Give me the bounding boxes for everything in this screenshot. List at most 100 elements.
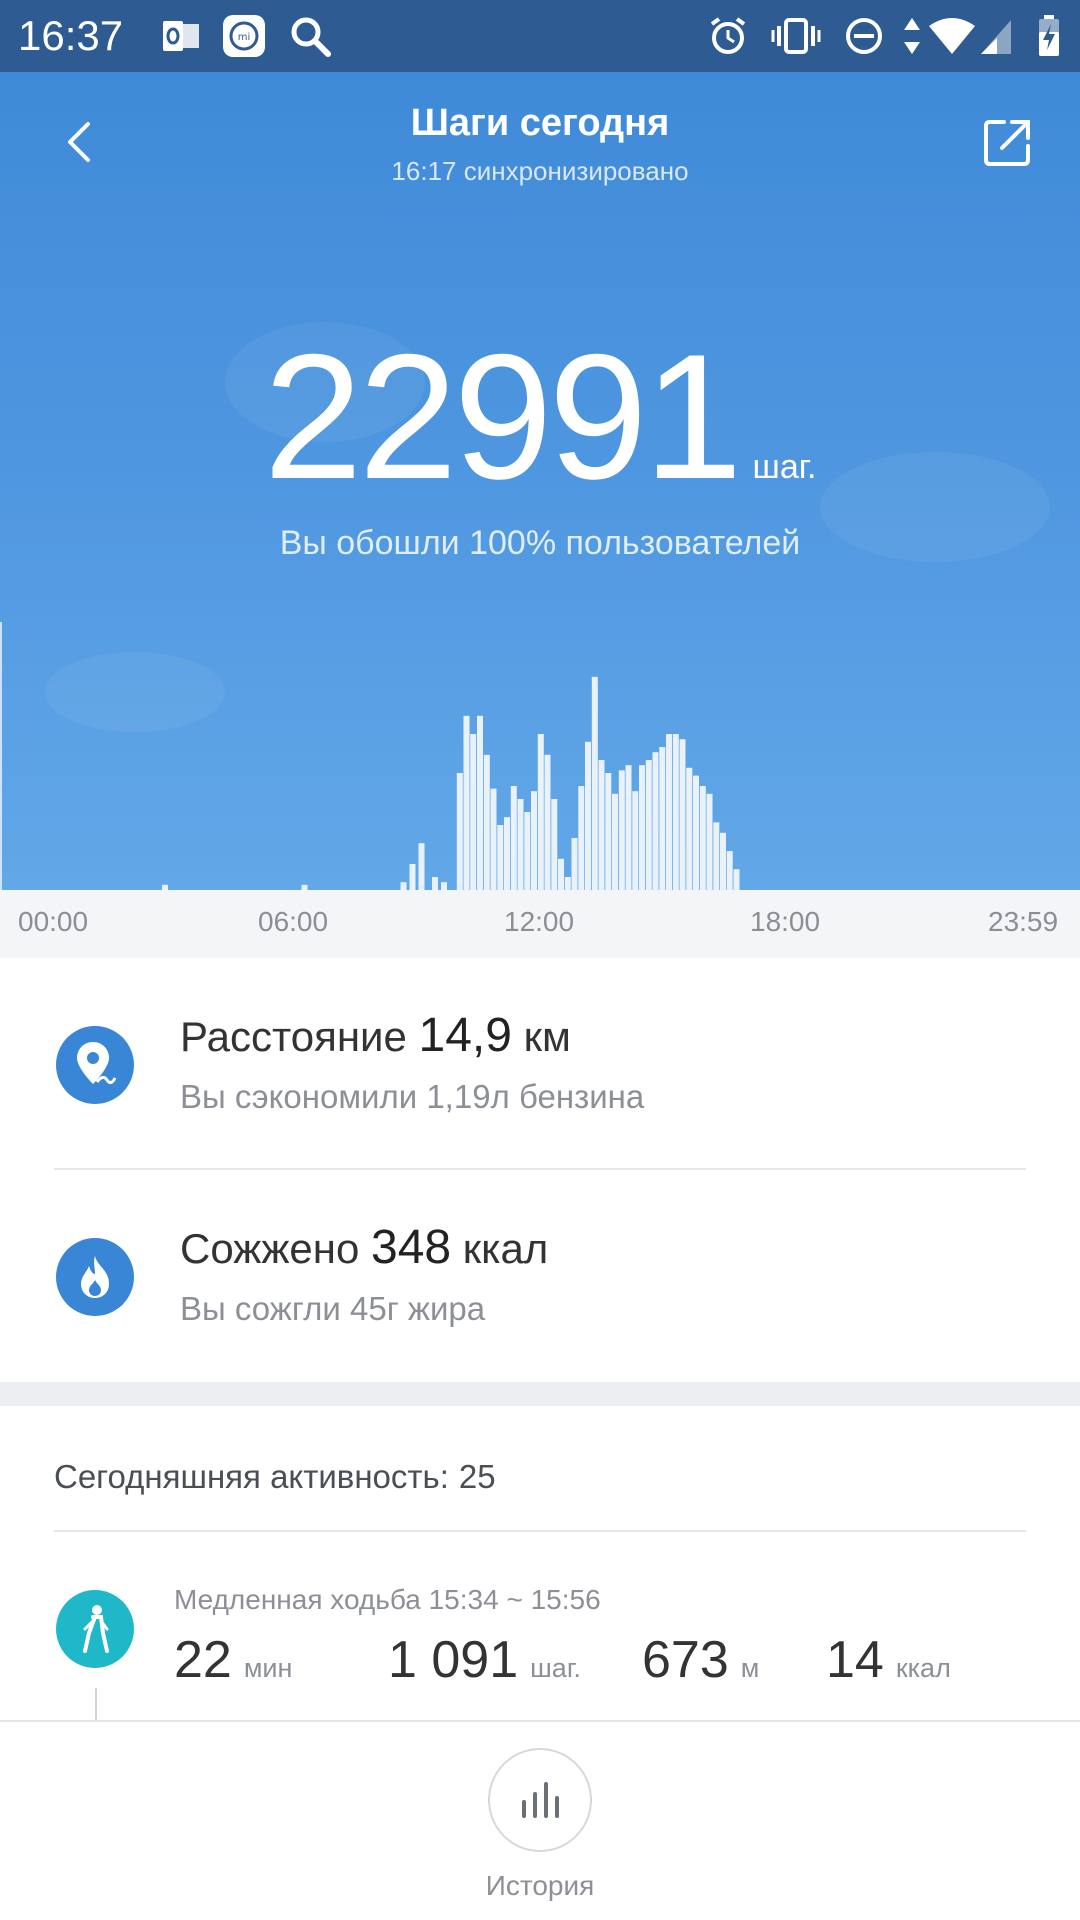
steps-unit: шаг. [752, 448, 817, 486]
chart-bar [605, 773, 612, 890]
duration-value: 22 [174, 1631, 232, 1689]
vibrate-icon [770, 14, 822, 58]
share-icon [984, 120, 1030, 166]
chart-bar [699, 786, 706, 890]
calories-value: 348 [371, 1221, 452, 1274]
distance-label: Расстояние [180, 1013, 407, 1060]
distance-text: Расстояние 14,9 км [180, 1008, 571, 1063]
chart-bar [490, 788, 497, 890]
status-bar: 16:37 mi [0, 0, 1080, 72]
chart-time-axis: 00:00 06:00 12:00 18:00 23:59 [0, 890, 1080, 958]
axis-tick-label: 23:59 [988, 906, 1059, 937]
chart-bar [591, 676, 598, 890]
mi-fit-icon: mi [222, 14, 266, 58]
calories-row[interactable]: Сожжено 348 ккал Вы сожгли 45г жира [0, 1170, 1080, 1382]
chart-bar [726, 851, 733, 890]
history-label[interactable]: История [0, 1870, 1080, 1902]
chart-bar [632, 791, 639, 890]
chart-bar [598, 760, 605, 890]
chart-bar [713, 822, 720, 890]
svg-text:mi: mi [238, 32, 251, 43]
steps-count: 22991 [263, 317, 743, 516]
battery-charging-icon [1034, 14, 1064, 58]
alarm-icon [706, 14, 750, 58]
chart-bar [585, 741, 591, 890]
chart-bar [537, 734, 544, 890]
chart-bar [693, 775, 699, 890]
steps-summary: 22991 шаг. [0, 327, 1080, 507]
chart-bar [400, 882, 407, 890]
chart-bar [470, 734, 477, 890]
activity-header: Сегодняшняя активность: 25 [54, 1458, 496, 1496]
axis-tick-label: 18:00 [750, 906, 821, 937]
chart-bar [531, 791, 537, 890]
chart-bar [551, 799, 558, 890]
walking-icon [56, 1590, 134, 1668]
chart-bar [733, 869, 740, 890]
chart-bar [679, 739, 686, 890]
chart-bar [652, 752, 659, 890]
chart-bar [456, 773, 463, 890]
activity-duration: 22 мин [174, 1630, 292, 1690]
chart-bar [618, 770, 625, 890]
duration-unit: мин [243, 1653, 293, 1683]
chart-bar [517, 799, 524, 890]
page-title: Шаги сегодня [410, 102, 670, 144]
chart-bar [666, 734, 672, 890]
steps-hero: Шаги сегодня 16:17 синхронизировано 2299… [0, 72, 1080, 890]
activity-steps-unit: шаг. [530, 1653, 581, 1683]
chart-bar [463, 715, 470, 890]
chart-bar [645, 760, 652, 890]
share-button[interactable] [982, 116, 1034, 168]
activity-calories-value: 14 [826, 1631, 884, 1689]
comparison-text: Вы обошли 100% пользователей [279, 524, 801, 562]
activity-distance-unit: м [740, 1653, 760, 1683]
chart-bar [477, 715, 483, 890]
bar-chart-icon [522, 1782, 559, 1818]
data-arrows-icon [900, 14, 924, 58]
fuel-saved-text: Вы сэкономили 1,19л бензина [180, 1078, 645, 1115]
fat-burned-text: Вы сожгли 45г жира [180, 1290, 486, 1327]
chart-bar [504, 817, 510, 890]
chart-bar [409, 864, 416, 890]
activity-calories: 14 ккал [826, 1630, 951, 1690]
signal-icon [978, 14, 1014, 58]
distance-value: 14,9 [418, 1009, 512, 1062]
wifi-icon [926, 14, 978, 58]
chart-bar [625, 765, 632, 890]
axis-tick-label: 12:00 [504, 906, 575, 937]
chart-bar [544, 754, 551, 890]
steps-bar-chart [0, 622, 740, 890]
chart-bar [558, 858, 564, 890]
section-separator [0, 1382, 1080, 1406]
chart-bar [524, 812, 531, 890]
activity-title: Сегодняшняя активность: [54, 1458, 449, 1495]
calories-text: Сожжено 348 ккал [180, 1220, 548, 1275]
location-pin-icon [56, 1026, 134, 1104]
history-button[interactable] [488, 1748, 592, 1852]
chart-bar [720, 832, 726, 890]
status-time: 16:37 [18, 12, 124, 59]
sync-status: 16:17 синхронизировано [391, 156, 689, 186]
activity-calories-unit: ккал [895, 1653, 951, 1683]
activity-distance: 673 м [642, 1630, 759, 1690]
activity-steps-value: 1 091 [388, 1631, 519, 1689]
activity-heading[interactable]: Медленная ходьба 15:34 ~ 15:56 [174, 1584, 601, 1616]
calories-unit: ккал [462, 1225, 549, 1272]
flame-icon [56, 1238, 134, 1316]
chart-bar [571, 838, 578, 890]
axis-tick-label: 00:00 [18, 906, 89, 937]
distance-unit: км [523, 1013, 571, 1060]
chart-bar [483, 754, 490, 890]
chart-bar [510, 786, 517, 890]
chart-bar [564, 877, 571, 890]
calories-label: Сожжено [180, 1225, 360, 1272]
chart-bar [686, 767, 693, 890]
bottom-nav: История [0, 1720, 1080, 1920]
chart-bar [418, 843, 425, 890]
outlook-icon [158, 14, 204, 58]
do-not-disturb-icon [842, 14, 886, 58]
activity-count: 25 [458, 1458, 496, 1495]
chart-bar [578, 786, 585, 890]
distance-row[interactable]: Расстояние 14,9 км Вы сэкономили 1,19л б… [0, 958, 1080, 1170]
